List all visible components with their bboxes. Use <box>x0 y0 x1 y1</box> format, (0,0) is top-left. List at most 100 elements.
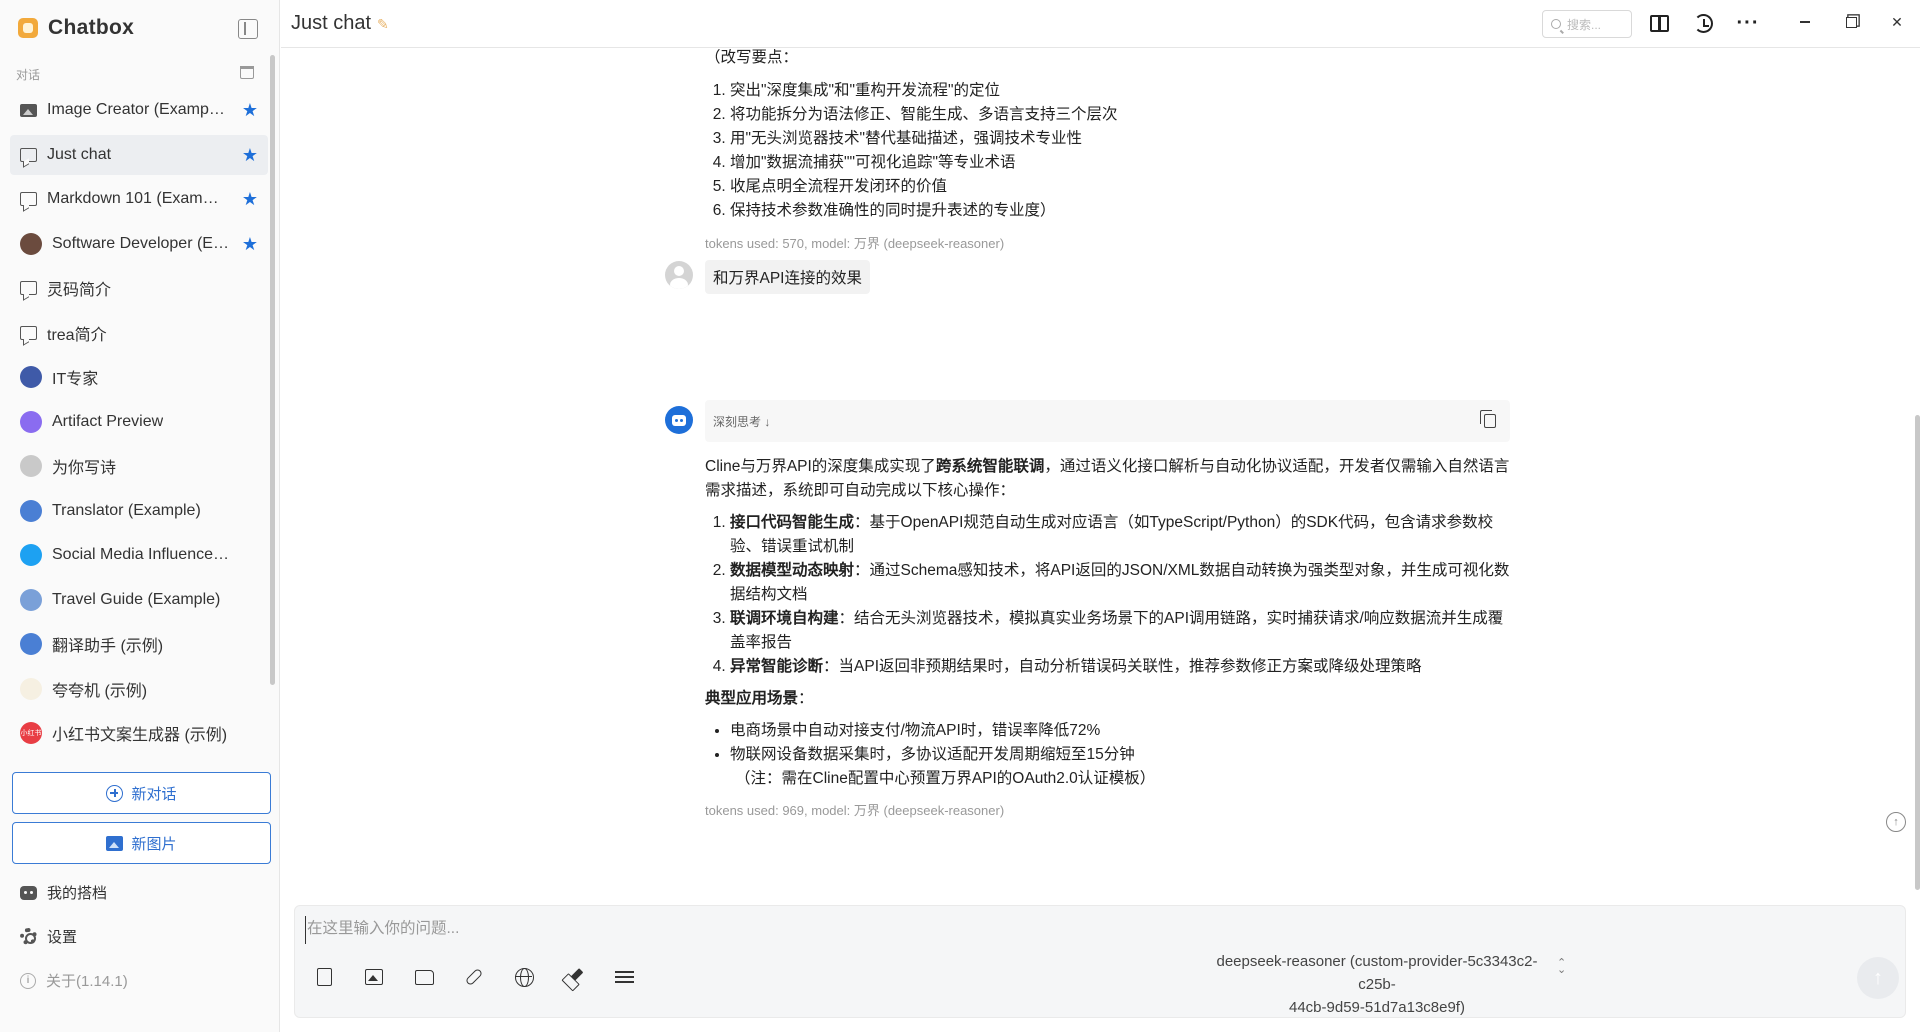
operation-item: 联调环境自构建：结合无头浏览器技术，模拟真实业务场景下的API调用链路，实时捕获… <box>730 607 1510 655</box>
chevron-updown-icon[interactable]: ⌃ ⌄ <box>1557 958 1566 976</box>
session-item[interactable]: Markdown 101 (Example) ★ <box>10 179 268 219</box>
session-item[interactable]: Just chat ★ <box>10 134 268 175</box>
model-line-2: 44cb-9d59-51d7a13c8e9f) <box>1289 999 1465 1016</box>
attach-folder-button[interactable] <box>413 966 435 988</box>
search-input[interactable]: 搜索... <box>1542 10 1632 38</box>
session-item[interactable]: 为你写诗 <box>10 446 268 486</box>
more-dots-icon: ··· <box>1736 12 1760 34</box>
star-icon[interactable]: ★ <box>242 100 258 121</box>
image-icon <box>20 103 37 117</box>
session-item[interactable]: Social Media Influencer (Example) <box>10 535 268 575</box>
attach-link-button[interactable] <box>463 966 485 988</box>
thinking-toggle[interactable]: 深刻思考 ↓ <box>713 413 770 430</box>
user-avatar-icon <box>20 455 42 477</box>
new-chat-button[interactable]: 新对话 <box>12 772 271 814</box>
settings-sliders-button[interactable] <box>613 966 635 988</box>
chat-bubble-icon <box>20 147 37 162</box>
session-item[interactable]: 灵码简介 <box>10 268 268 308</box>
intro-bold: 跨系统智能联调 <box>935 458 1045 475</box>
session-item[interactable]: 小红书 小红书文案生成器 (示例) <box>10 713 268 753</box>
new-image-button[interactable]: 新图片 <box>12 822 271 864</box>
app-name: Chatbox <box>48 16 135 39</box>
star-icon[interactable]: ★ <box>242 234 258 255</box>
scenario-item: 电商场景中自动对接支付/物流API时，错误率降低72% <box>730 719 1510 743</box>
chat-title-text: Just chat <box>291 12 372 34</box>
sidebar: Chatbox 对话 Image Creator (Example) ★ Just … <box>0 0 280 1032</box>
copy-icon[interactable] <box>1480 410 1496 428</box>
developer-avatar-icon <box>20 232 42 255</box>
web-search-button[interactable] <box>513 966 535 988</box>
history-button[interactable] <box>1692 12 1714 34</box>
tools-button[interactable] <box>563 966 585 988</box>
settings-link[interactable]: 设置 <box>20 926 77 947</box>
folder-icon <box>414 969 434 985</box>
brand: Chatbox <box>18 16 134 40</box>
thinking-section[interactable]: 深刻思考 ↓ <box>705 400 1510 442</box>
operation-title: 联调环境自构建 <box>730 610 839 627</box>
toggle-panel-button[interactable] <box>1648 12 1670 34</box>
session-label: Translator (Example) <box>52 501 201 519</box>
session-item[interactable]: 翻译助手 (示例) <box>10 624 268 664</box>
star-icon[interactable]: ★ <box>242 189 258 210</box>
rewrite-point: 收尾点明全流程开发闭环的价值 <box>730 175 1510 199</box>
main-scrollbar[interactable] <box>1915 415 1920 890</box>
user-message-bubble[interactable]: 和万界API连接的效果 <box>705 260 870 294</box>
gear-icon <box>20 928 37 945</box>
user-message-text: 和万界API连接的效果 <box>713 270 862 287</box>
session-label: Artifact Preview <box>52 412 164 430</box>
sidebar-scrollbar[interactable] <box>270 55 275 685</box>
search-placeholder: 搜索... <box>1567 17 1602 32</box>
settings-label: 设置 <box>47 929 78 946</box>
sliders-icon <box>614 969 634 985</box>
session-item[interactable]: trea简介 <box>10 313 268 353</box>
robot-icon <box>672 414 686 426</box>
config-note: （注：需在Cline配置中心预置万界API的OAuth2.0认证模板） <box>735 770 1156 787</box>
attach-file-button[interactable] <box>313 966 335 988</box>
session-item[interactable]: IT专家 <box>10 357 268 397</box>
robot-icon <box>20 885 37 900</box>
new-chat-label: 新对话 <box>131 785 177 803</box>
model-selector[interactable]: deepseek-reasoner (custom-provider-5c334… <box>1207 950 1547 1019</box>
artifact-avatar-icon <box>20 410 42 433</box>
clear-sessions-icon[interactable] <box>240 66 254 79</box>
send-button[interactable]: ↑ <box>1857 957 1899 999</box>
chat-title[interactable]: Just chat ✎ <box>291 12 389 35</box>
window-close-button[interactable]: ✕ <box>1887 12 1907 32</box>
session-item[interactable]: Artifact Preview <box>10 402 268 442</box>
about-link[interactable]: i 关于(1.14.1) <box>20 970 128 991</box>
scenario-heading: 典型应用场景： <box>705 687 1510 711</box>
message-input[interactable] <box>305 916 1865 944</box>
rewrite-points-intro: （改写要点： <box>705 49 799 66</box>
model-line-1: deepseek-reasoner (custom-provider-5c334… <box>1216 953 1538 993</box>
scenario-heading-text: 典型应用场景 <box>705 690 799 707</box>
chat-bubble-icon <box>20 325 37 340</box>
window-minimize-button[interactable] <box>1795 12 1815 32</box>
session-item[interactable]: 夸夸机 (示例) <box>10 669 268 709</box>
assistant-avatar <box>665 406 693 434</box>
star-icon[interactable]: ★ <box>242 145 258 166</box>
xiaohongshu-avatar-icon: 小红书 <box>20 722 42 744</box>
more-button[interactable]: ··· <box>1737 12 1759 34</box>
session-item[interactable]: Travel Guide (Example) <box>10 580 268 620</box>
my-partners-link[interactable]: 我的搭档 <box>20 882 107 903</box>
operation-text: ：结合无头浏览器技术，模拟真实业务场景下的API调用链路，实时捕获请求/响应数据… <box>730 610 1504 651</box>
scroll-to-top-button[interactable]: ↑ <box>1886 812 1906 832</box>
image-icon <box>365 969 383 985</box>
session-label: Markdown 101 (Example) <box>47 190 225 207</box>
hammer-icon <box>565 968 583 986</box>
new-image-label: 新图片 <box>131 835 177 853</box>
session-item[interactable]: Image Creator (Example) ★ <box>10 90 268 130</box>
operation-item: 数据模型动态映射：通过Schema感知技术，将API返回的JSON/XML数据自… <box>730 559 1510 607</box>
chat-bubble-icon <box>20 281 37 295</box>
file-icon <box>316 968 332 986</box>
pencil-icon[interactable]: ✎ <box>377 17 389 31</box>
session-item[interactable]: Software Developer (Example) ★ <box>10 224 268 264</box>
attach-image-button[interactable] <box>363 966 385 988</box>
collapse-sidebar-icon[interactable] <box>238 19 258 39</box>
window-maximize-button[interactable] <box>1841 12 1861 32</box>
assistant-message: Cline与万界API的深度集成实现了跨系统智能联调，通过语义化接口解析与自动化… <box>705 455 1510 823</box>
operation-title: 接口代码智能生成 <box>730 514 855 531</box>
session-label: 夸夸机 (示例) <box>52 682 148 700</box>
session-item[interactable]: Translator (Example) <box>10 491 268 531</box>
assistant-message-previous: （改写要点： 突出"深度集成"和"重构开发流程"的定位将功能拆分为语法修正、智能… <box>705 49 1510 256</box>
